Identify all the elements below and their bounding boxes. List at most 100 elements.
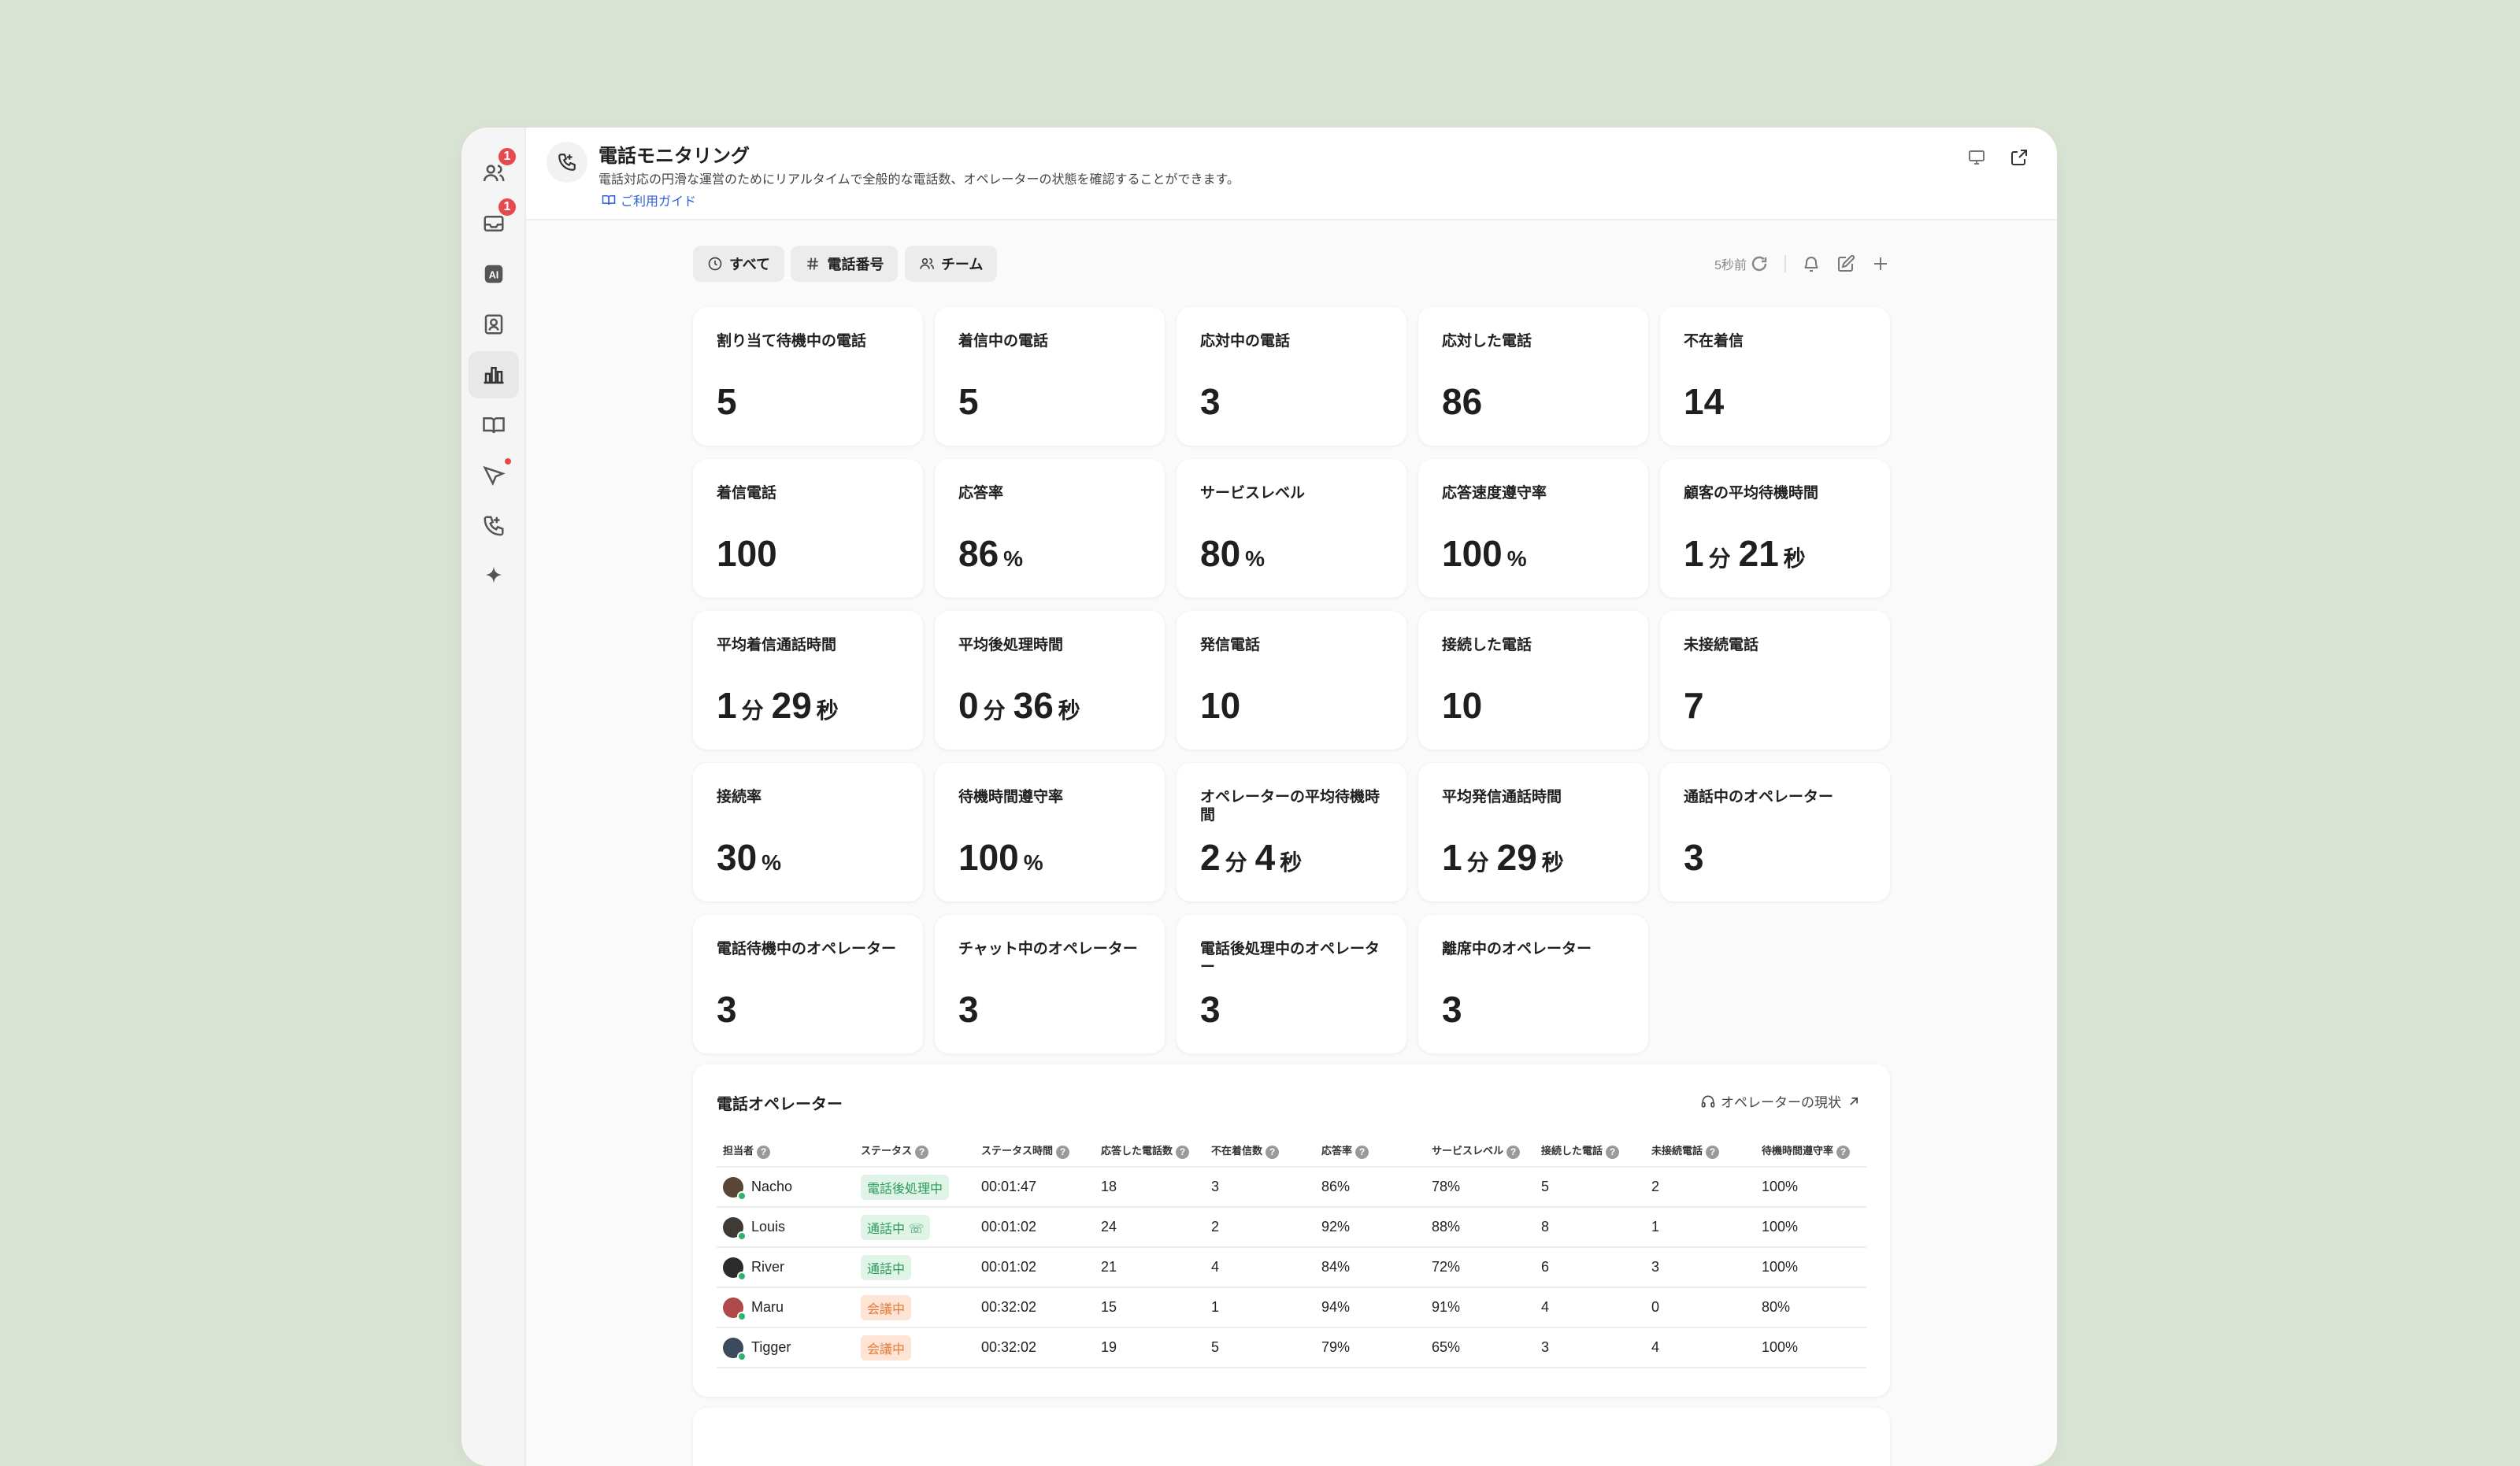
operator-cell: Maru <box>717 1287 861 1328</box>
rail-item-ai[interactable]: AI <box>469 250 519 298</box>
metric-label: 顧客の平均待機時間 <box>1684 485 1819 502</box>
metric-card: 電話後処理中のオペレーター 3 <box>1177 915 1406 1053</box>
table-row[interactable]: River 通話中 00:01:02 21 4 84% 72% 6 3 100% <box>717 1247 1866 1288</box>
cell-wait: 100% <box>1762 1167 1866 1208</box>
cell-unconnected: 1 <box>1651 1207 1762 1248</box>
help-icon[interactable]: ? <box>915 1145 929 1159</box>
rail-item-contacts[interactable] <box>469 301 519 348</box>
phone-icon <box>484 516 504 536</box>
filter-team[interactable]: チーム <box>904 246 998 282</box>
table-body: Nacho 電話後処理中 00:01:47 18 3 86% 78% 5 2 100% Louis 通… <box>717 1167 1866 1368</box>
metric-number: 5 <box>717 381 737 422</box>
guide-link[interactable]: ご利用ガイド <box>602 191 696 209</box>
metric-card: 着信中の電話 5 <box>935 307 1165 446</box>
metric-card: 応答速度遵守率 100% <box>1418 459 1648 598</box>
help-icon[interactable]: ? <box>1266 1145 1280 1159</box>
metric-value: 1 分 29 秒 <box>717 683 839 733</box>
campaign-icon <box>483 465 506 486</box>
metric-unit: 秒 <box>1058 698 1080 723</box>
help-icon[interactable]: ? <box>1606 1145 1620 1159</box>
app-window: 1 1 AI 電話モニタリング 電話対応の円滑な運営のためにリアルタイムで全般的… <box>461 128 2057 1466</box>
metric-number: 14 <box>1684 381 1725 422</box>
filter-all[interactable]: すべて <box>693 246 785 282</box>
metric-number: 3 <box>717 989 737 1030</box>
help-icon[interactable]: ? <box>1056 1145 1070 1159</box>
table-row[interactable]: Maru 会議中 00:32:02 15 1 94% 91% 4 0 80% <box>717 1287 1866 1328</box>
phone-monitor-icon <box>547 142 587 183</box>
column-header: 応答した電話数? <box>1101 1135 1211 1168</box>
rail-item-inbox[interactable]: 1 <box>469 197 519 247</box>
cell-rate: 86% <box>1321 1167 1432 1208</box>
metric-number: 36 <box>1013 685 1054 726</box>
operator-cell: Louis <box>717 1207 861 1248</box>
cell-service: 65% <box>1432 1327 1541 1368</box>
metric-label: サービスレベル <box>1200 485 1306 502</box>
bell-icon[interactable] <box>1802 254 1821 273</box>
rail-item-sparkle[interactable] <box>469 553 519 600</box>
edit-icon[interactable] <box>1836 254 1855 273</box>
metric-unit: 分 <box>1225 850 1247 875</box>
table-row[interactable]: Louis 通話中 ☏ 00:01:02 24 2 92% 88% 8 1 100% <box>717 1207 1866 1248</box>
main-content: 電話モニタリング 電話対応の円滑な運営のためにリアルタイムで全般的な電話数、オペ… <box>526 128 2057 1466</box>
operator-cell: Tigger <box>717 1327 861 1368</box>
metric-label: 平均後処理時間 <box>958 637 1064 653</box>
inbox-badge: 1 <box>497 197 517 217</box>
help-icon[interactable]: ? <box>1706 1145 1720 1159</box>
metric-number: 3 <box>958 989 979 1030</box>
status-cell: 通話中 <box>861 1247 981 1288</box>
cell-service: 78% <box>1432 1167 1541 1208</box>
help-icon[interactable]: ? <box>1836 1145 1851 1159</box>
page-header: 電話モニタリング 電話対応の円滑な運営のためにリアルタイムで全般的な電話数、オペ… <box>526 128 2057 220</box>
metric-number: 30 <box>717 837 758 878</box>
help-icon[interactable]: ? <box>1355 1145 1369 1159</box>
filter-phone-number[interactable]: 電話番号 <box>791 246 899 282</box>
metric-card: 顧客の平均待機時間 1 分 21 秒 <box>1660 459 1890 598</box>
column-header: 接続した電話? <box>1541 1135 1651 1168</box>
online-indicator <box>737 1311 747 1321</box>
sidebar-rail: 1 1 AI <box>461 128 526 1466</box>
metric-unit: 秒 <box>816 698 839 723</box>
operators-table: 担当者? ステータス? ステータス時間? 応答した電話数? 不在着信数? 応答率? サービス… <box>717 1135 1866 1368</box>
rail-item-users[interactable]: 1 <box>469 146 519 197</box>
next-panel <box>693 1408 1890 1466</box>
metric-number: 3 <box>1200 989 1221 1030</box>
rail-item-campaigns[interactable] <box>469 452 519 499</box>
metric-card: サービスレベル 80% <box>1177 459 1406 598</box>
monitor-icon[interactable] <box>1967 148 1986 167</box>
operator: River <box>717 1257 861 1281</box>
operator-status-link[interactable]: オペレーターの現状 <box>1700 1091 1862 1111</box>
column-header: 未接続電話? <box>1651 1135 1762 1168</box>
operator-name: Nacho <box>751 1179 793 1194</box>
help-icon[interactable]: ? <box>1176 1145 1190 1159</box>
help-icon[interactable]: ? <box>757 1145 771 1159</box>
rail-item-phone[interactable] <box>469 502 519 550</box>
metric-label: 未接続電話 <box>1684 637 1759 653</box>
rail-item-statistics[interactable] <box>469 351 519 398</box>
metric-unit: % <box>1506 546 1527 571</box>
metric-number: 7 <box>1684 685 1704 726</box>
operator: Tigger <box>717 1337 861 1361</box>
metric-number: 3 <box>1200 381 1221 422</box>
metric-label: オペレーターの平均待機時間 <box>1200 789 1380 824</box>
operator-cell: Nacho <box>717 1167 861 1208</box>
table-row[interactable]: Nacho 電話後処理中 00:01:47 18 3 86% 78% 5 2 100% <box>717 1167 1866 1208</box>
external-link-icon[interactable] <box>2010 148 2029 167</box>
cell-missed: 5 <box>1211 1327 1321 1368</box>
metric-number: 1 <box>717 685 737 726</box>
metric-number: 1 <box>1442 837 1462 878</box>
plus-icon[interactable] <box>1871 254 1890 273</box>
column-header: 不在着信数? <box>1211 1135 1321 1168</box>
metric-card: 不在着信 14 <box>1660 307 1890 446</box>
metric-card: 接続率 30% <box>693 763 923 901</box>
help-icon[interactable]: ? <box>1506 1145 1521 1159</box>
cell-rate: 92% <box>1321 1207 1432 1248</box>
metric-card: 応答率 86% <box>935 459 1165 598</box>
refresh-status[interactable]: 5秒前 <box>1714 254 1769 273</box>
metric-value: 30% <box>717 835 781 885</box>
online-indicator <box>737 1190 747 1201</box>
column-header-label: 応答率 <box>1321 1145 1353 1157</box>
table-row[interactable]: Tigger 会議中 00:32:02 19 5 79% 65% 3 4 100% <box>717 1327 1866 1368</box>
rail-item-documents[interactable] <box>469 402 519 449</box>
metric-unit: % <box>762 850 782 875</box>
filter-all-label: すべて <box>729 257 771 272</box>
